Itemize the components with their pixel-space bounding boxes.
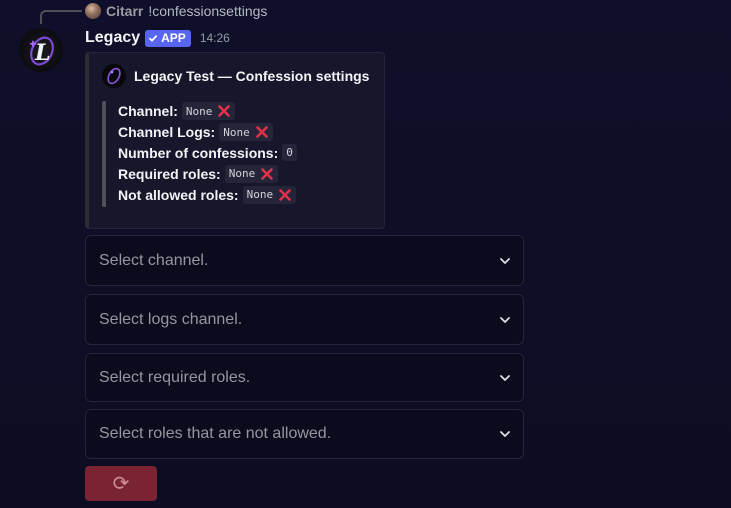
field-channel: Channel: None [118,101,297,122]
chevron-down-icon [500,374,510,381]
reply-avatar[interactable] [85,3,101,19]
app-badge-label: APP [161,31,186,45]
select-not-allowed-roles[interactable]: Select roles that are not allowed. [85,409,524,459]
chevron-down-icon [500,316,510,323]
select-placeholder: Select roles that are not allowed. [99,425,332,442]
cross-mark-icon [218,105,231,118]
chevron-down-icon [500,257,510,264]
field-number-of-confessions: Number of confessions: 0 [118,143,297,164]
field-value-text: None [185,104,213,118]
field-label: Channel: [118,103,178,120]
reply-preview[interactable]: Citarr !confessionsettings [85,2,267,20]
username[interactable]: Legacy [85,29,140,47]
cross-mark-icon [261,167,274,180]
field-required-roles: Required roles: None [118,163,297,184]
legacy-logo-icon [107,67,121,85]
select-placeholder: Select channel. [99,251,209,269]
cross-mark-icon [279,188,291,201]
field-label: Not allowed roles: [118,186,239,203]
select-channel[interactable]: Select channel. [85,235,524,286]
select-placeholder: Select logs channel. [99,310,243,328]
message-header: Legacy APP 14:26 [85,27,230,49]
field-label: Channel Logs: [118,124,216,141]
reply-content[interactable]: !confessionsettings [148,3,267,19]
verified-check-icon [149,34,158,42]
select-placeholder: Select required roles. [99,368,251,386]
chevron-down-icon [500,431,510,437]
embed-author: Legacy Test — Confession settings [102,64,369,88]
field-value-text: None [246,188,274,202]
settings-embed: Legacy Test — Confession settings Channe… [85,52,385,229]
avatar[interactable]: L [19,28,63,72]
refresh-button[interactable]: ⟳ [85,466,157,501]
timestamp[interactable]: 14:26 [200,31,230,45]
refresh-icon: ⟳ [112,473,130,495]
field-value: None [181,102,236,121]
field-value: None [242,185,297,204]
field-value: None [224,164,279,183]
embed-author-name: Legacy Test — Confession settings [134,68,370,84]
reply-author[interactable]: Citarr [106,3,143,19]
app-badge: APP [145,29,191,47]
settings-fields: Channel: None Channel Logs: None Number … [102,101,297,207]
select-logs-channel[interactable]: Select logs channel. [85,294,524,345]
field-value-text: None [228,167,256,181]
cross-mark-icon [255,126,268,138]
field-value-text: None [223,125,250,139]
select-required-roles[interactable]: Select required roles. [85,353,524,402]
legacy-logo-icon: L [29,36,54,66]
field-not-allowed-roles: Not allowed roles: None [118,184,297,205]
reply-connector [40,10,82,24]
field-value: None [219,123,273,142]
embed-author-icon [102,64,126,88]
field-label: Required roles: [118,165,221,182]
field-value-text: 0 [286,146,293,160]
field-label: Number of confessions: [118,144,279,161]
field-value: 0 [282,144,297,162]
field-channel-logs: Channel Logs: None [118,122,297,143]
